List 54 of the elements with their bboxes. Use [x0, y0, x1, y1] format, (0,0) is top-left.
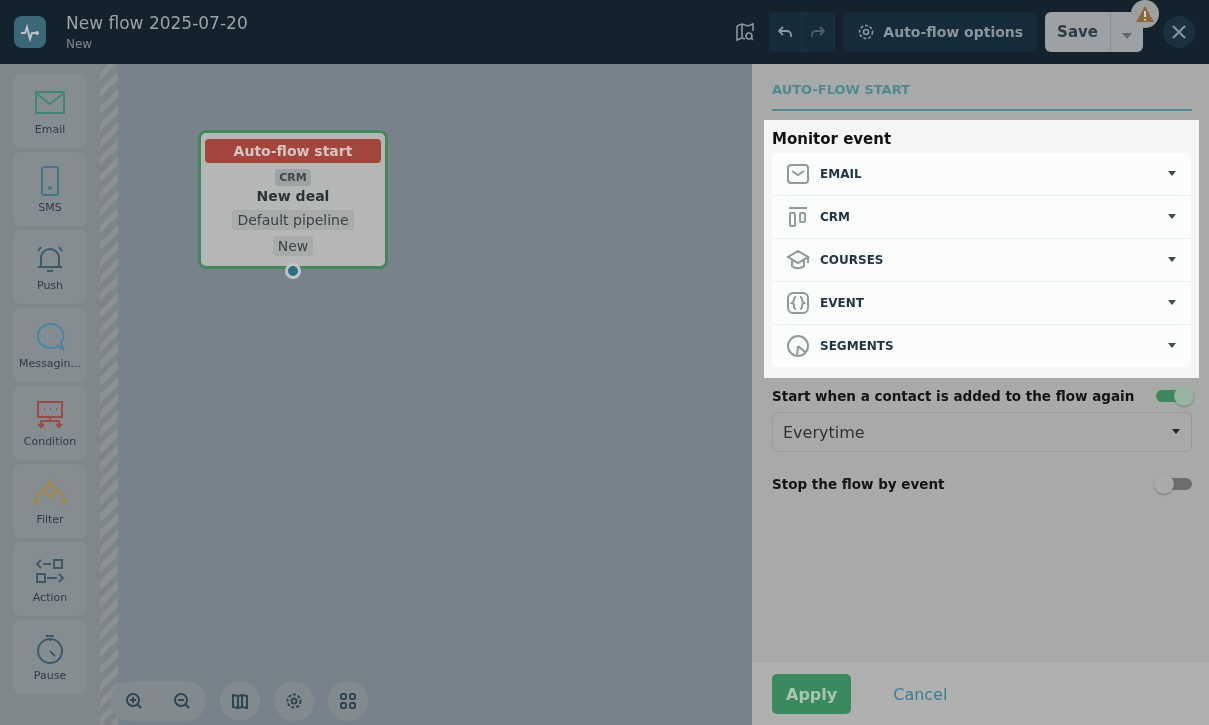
segments-icon — [786, 334, 810, 358]
stage-chip: New — [272, 236, 314, 256]
zoom-in-icon — [125, 692, 143, 710]
guide-button[interactable] — [220, 681, 260, 721]
node-tag: CRM — [275, 169, 311, 186]
flow-title: New flow 2025-07-20 — [66, 13, 248, 33]
courses-icon — [786, 248, 810, 272]
grid-icon — [339, 692, 357, 710]
block-tile[interactable]: Condition — [13, 386, 87, 460]
caret-icon — [1167, 257, 1177, 263]
block-tile[interactable]: Push — [13, 230, 87, 304]
caret-icon — [1167, 343, 1177, 349]
crm-icon — [786, 205, 810, 229]
caret-icon — [1167, 214, 1177, 220]
flow-node[interactable]: Auto-flow start CRM New deal Default pipeline New — [198, 130, 388, 269]
settings-icon — [857, 23, 876, 41]
node-name: New deal — [256, 188, 330, 204]
book-icon — [231, 692, 249, 710]
event-category-row[interactable]: EVENT — [772, 281, 1191, 324]
section-title: Monitor event — [772, 130, 893, 148]
settings-button[interactable] — [274, 681, 314, 721]
caret-icon — [1167, 171, 1177, 177]
event-icon — [786, 291, 810, 315]
caret-icon — [1167, 300, 1177, 306]
auto-flow-options-button[interactable]: Auto-flow options — [843, 12, 1038, 52]
caret-icon — [1171, 429, 1181, 435]
block-tile[interactable]: SMS — [13, 152, 87, 226]
event-category-row[interactable]: COURSES — [772, 238, 1191, 281]
apply-button[interactable]: Apply — [772, 674, 852, 714]
app-logo-icon — [14, 16, 46, 48]
block-tile[interactable]: Action — [13, 542, 87, 616]
cancel-button[interactable]: Cancel — [871, 680, 970, 708]
close-button[interactable] — [1163, 16, 1195, 48]
output-port[interactable] — [285, 263, 301, 279]
flow-status: New — [66, 37, 94, 51]
settings-icon — [285, 692, 303, 710]
zoom-out-icon — [173, 692, 191, 710]
node-title: Auto-flow start — [205, 139, 381, 163]
stop-label: Stop the flow by event — [772, 476, 945, 492]
block-tile[interactable]: Email — [13, 74, 87, 148]
block-tile[interactable]: Filter — [13, 464, 87, 538]
block-tile[interactable]: Messagin... — [13, 308, 87, 382]
block-tile[interactable]: Pause — [13, 620, 87, 694]
close-icon — [1172, 25, 1186, 39]
event-category-row[interactable]: SEGMENTS — [772, 324, 1191, 367]
repeat-select[interactable]: Everytime — [772, 412, 1192, 452]
email-icon — [786, 162, 810, 186]
event-category-row[interactable]: EMAIL — [772, 153, 1191, 195]
restart-label: Start when a contact is added to the flow again — [772, 388, 1135, 404]
grid-button[interactable] — [328, 681, 368, 721]
event-category-row[interactable]: CRM — [772, 195, 1191, 238]
caret-icon — [1122, 32, 1132, 39]
map-search-icon[interactable] — [735, 22, 756, 42]
pipeline-chip: Default pipeline — [232, 210, 354, 230]
